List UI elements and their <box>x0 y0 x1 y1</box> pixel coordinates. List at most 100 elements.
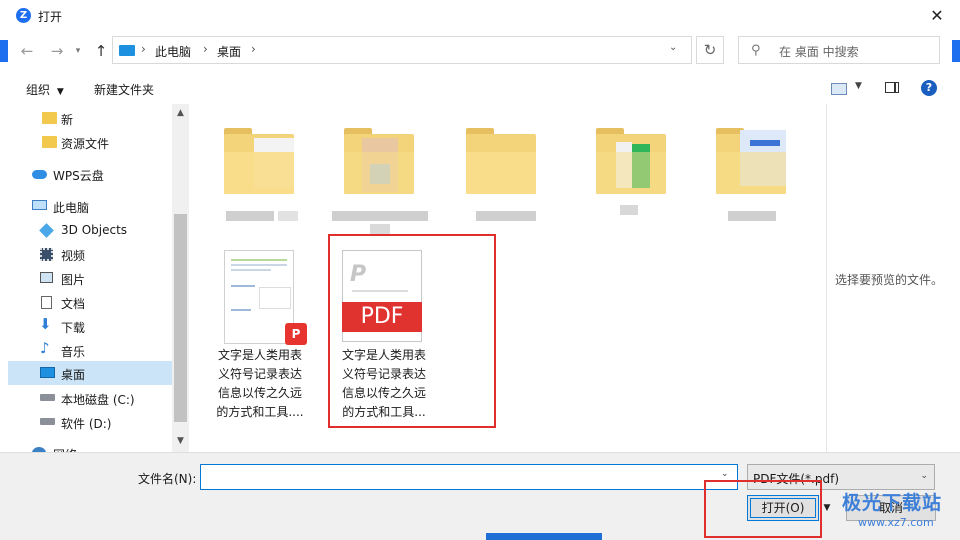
folder-icon <box>42 136 57 148</box>
nav-item-label: 下载 <box>61 321 86 335</box>
nav-item-desktop[interactable]: 桌面 <box>8 361 172 385</box>
nav-item-network[interactable]: 网络 <box>8 441 172 452</box>
search-input[interactable]: ⚲ 在 桌面 中搜索 <box>738 36 940 64</box>
folder-name-redacted <box>476 211 536 221</box>
folder-item[interactable] <box>716 124 786 194</box>
nav-item-drive-d[interactable]: 软件 (D:) <box>8 410 172 434</box>
pane-divider <box>826 104 827 452</box>
nav-item-music[interactable]: ♪ 音乐 <box>8 338 172 362</box>
background-app-edge <box>0 40 8 62</box>
nav-item-label: 本地磁盘 (C:) <box>61 393 135 407</box>
close-button[interactable]: ✕ <box>924 4 950 28</box>
folder-name-redacted <box>620 205 638 215</box>
chevron-down-icon[interactable]: ⌄ <box>721 469 729 479</box>
nav-item-label: 资源文件 <box>61 137 110 151</box>
folder-item[interactable] <box>224 124 294 194</box>
highlight-annotation-open <box>704 480 822 538</box>
nav-item-label: 桌面 <box>61 368 86 382</box>
folder-name-redacted <box>370 224 390 234</box>
breadcrumb-desktop[interactable]: 桌面 <box>217 43 241 60</box>
nav-item-label: 此电脑 <box>53 201 90 215</box>
change-view-icon[interactable] <box>831 83 847 95</box>
scroll-up-icon[interactable]: ▲ <box>172 108 189 118</box>
watermark-url: www.xz7.com <box>858 516 934 529</box>
refresh-button[interactable]: ↻ <box>696 36 724 64</box>
drive-icon <box>40 418 55 425</box>
video-icon <box>40 248 53 261</box>
cube-icon <box>39 223 54 238</box>
music-icon: ♪ <box>40 339 50 357</box>
nav-item-wps-cloud[interactable]: WPS云盘 <box>8 162 172 186</box>
nav-item-videos[interactable]: 视频 <box>8 242 172 266</box>
chevron-down-icon: ⌄ <box>920 471 928 481</box>
nav-item-new-folder[interactable]: 新 <box>8 106 172 130</box>
watermark: 极光下载站 www.xz7.com <box>842 488 954 534</box>
chevron-down-icon[interactable]: ⌄ <box>669 42 677 53</box>
nav-item-drive-c[interactable]: 本地磁盘 (C:) <box>8 386 172 410</box>
open-options-dropdown[interactable]: ▼ <box>821 499 833 517</box>
nav-item-label: 新 <box>61 113 74 127</box>
nav-item-pictures[interactable]: 图片 <box>8 266 172 290</box>
nav-item-label: 软件 (D:) <box>61 417 112 431</box>
breadcrumb-separator[interactable]: › <box>251 42 256 56</box>
address-bar[interactable]: › 此电脑 › 桌面 › ⌄ <box>112 36 692 64</box>
app-logo-icon: Z <box>16 8 31 23</box>
folder-name-redacted <box>728 211 776 221</box>
folder-name-redacted <box>332 211 428 221</box>
nav-item-label: 3D Objects <box>61 223 128 237</box>
preview-placeholder: 选择要预览的文件。 <box>835 273 944 287</box>
nav-scrollbar-thumb[interactable] <box>174 214 187 422</box>
forward-button[interactable]: → <box>48 42 66 60</box>
nav-item-3d-objects[interactable]: 3D Objects <box>8 218 172 242</box>
nav-item-resources[interactable]: 资源文件 <box>8 130 172 154</box>
picture-icon <box>40 272 53 283</box>
organize-label: 组织 <box>26 83 51 97</box>
nav-item-label: 音乐 <box>61 345 86 359</box>
filename-label: 文件名(N): <box>138 472 197 486</box>
preview-pane-icon[interactable] <box>885 82 899 93</box>
breadcrumb-this-pc[interactable]: 此电脑 <box>155 43 191 60</box>
nav-item-label: 文档 <box>61 297 86 311</box>
view-options-dropdown[interactable]: ▼ <box>855 81 862 91</box>
navigation-pane: 新 资源文件 WPS云盘 此电脑 3D Objects 视频 图片 文档 ⬇ 下… <box>8 104 190 452</box>
up-button[interactable]: ↑ <box>92 42 110 60</box>
folder-item[interactable] <box>466 124 536 194</box>
new-folder-button[interactable]: 新建文件夹 <box>94 81 154 98</box>
title-bar: Z 打开 ✕ <box>0 0 960 32</box>
background-app-edge-right <box>952 40 960 62</box>
file-name-doc[interactable]: 文字是人类用表义符号记录表达信息以传之久远的方式和工具.... <box>214 346 306 422</box>
wps-pdf-badge-icon: P <box>285 323 307 345</box>
download-icon: ⬇ <box>39 315 52 333</box>
nav-item-downloads[interactable]: ⬇ 下载 <box>8 314 172 338</box>
drive-icon <box>40 394 55 401</box>
highlight-annotation-pdf <box>328 234 496 428</box>
scroll-down-icon[interactable]: ▼ <box>172 436 189 446</box>
filename-input[interactable] <box>200 464 738 490</box>
desktop-icon <box>40 367 55 378</box>
folder-item[interactable] <box>344 124 414 194</box>
window-title: 打开 <box>38 10 63 24</box>
nav-item-label: 视频 <box>61 249 86 263</box>
nav-item-label: WPS云盘 <box>53 169 104 183</box>
help-icon[interactable]: ? <box>921 80 937 96</box>
computer-icon <box>32 200 47 210</box>
nav-item-documents[interactable]: 文档 <box>8 290 172 314</box>
nav-item-this-pc[interactable]: 此电脑 <box>8 194 172 218</box>
computer-icon <box>119 45 135 56</box>
back-button[interactable]: ← <box>18 42 36 60</box>
recent-locations-dropdown[interactable]: ▾ <box>72 42 84 60</box>
document-thumbnail[interactable] <box>224 250 294 344</box>
organize-menu[interactable]: 组织 ▼ <box>26 81 64 98</box>
folder-item[interactable] <box>596 124 666 194</box>
breadcrumb-separator: › <box>203 42 208 56</box>
folder-icon <box>42 112 57 124</box>
document-icon <box>41 296 52 309</box>
search-placeholder: 在 桌面 中搜索 <box>779 45 859 59</box>
cloud-icon <box>32 170 47 179</box>
folder-name-redacted <box>278 211 298 221</box>
command-bar: 组织 ▼ 新建文件夹 ▼ ? <box>0 76 960 102</box>
chevron-down-icon: ▼ <box>56 87 64 97</box>
folder-name-redacted <box>226 211 274 221</box>
search-icon: ⚲ <box>751 43 761 58</box>
background-app-strip <box>486 533 602 540</box>
